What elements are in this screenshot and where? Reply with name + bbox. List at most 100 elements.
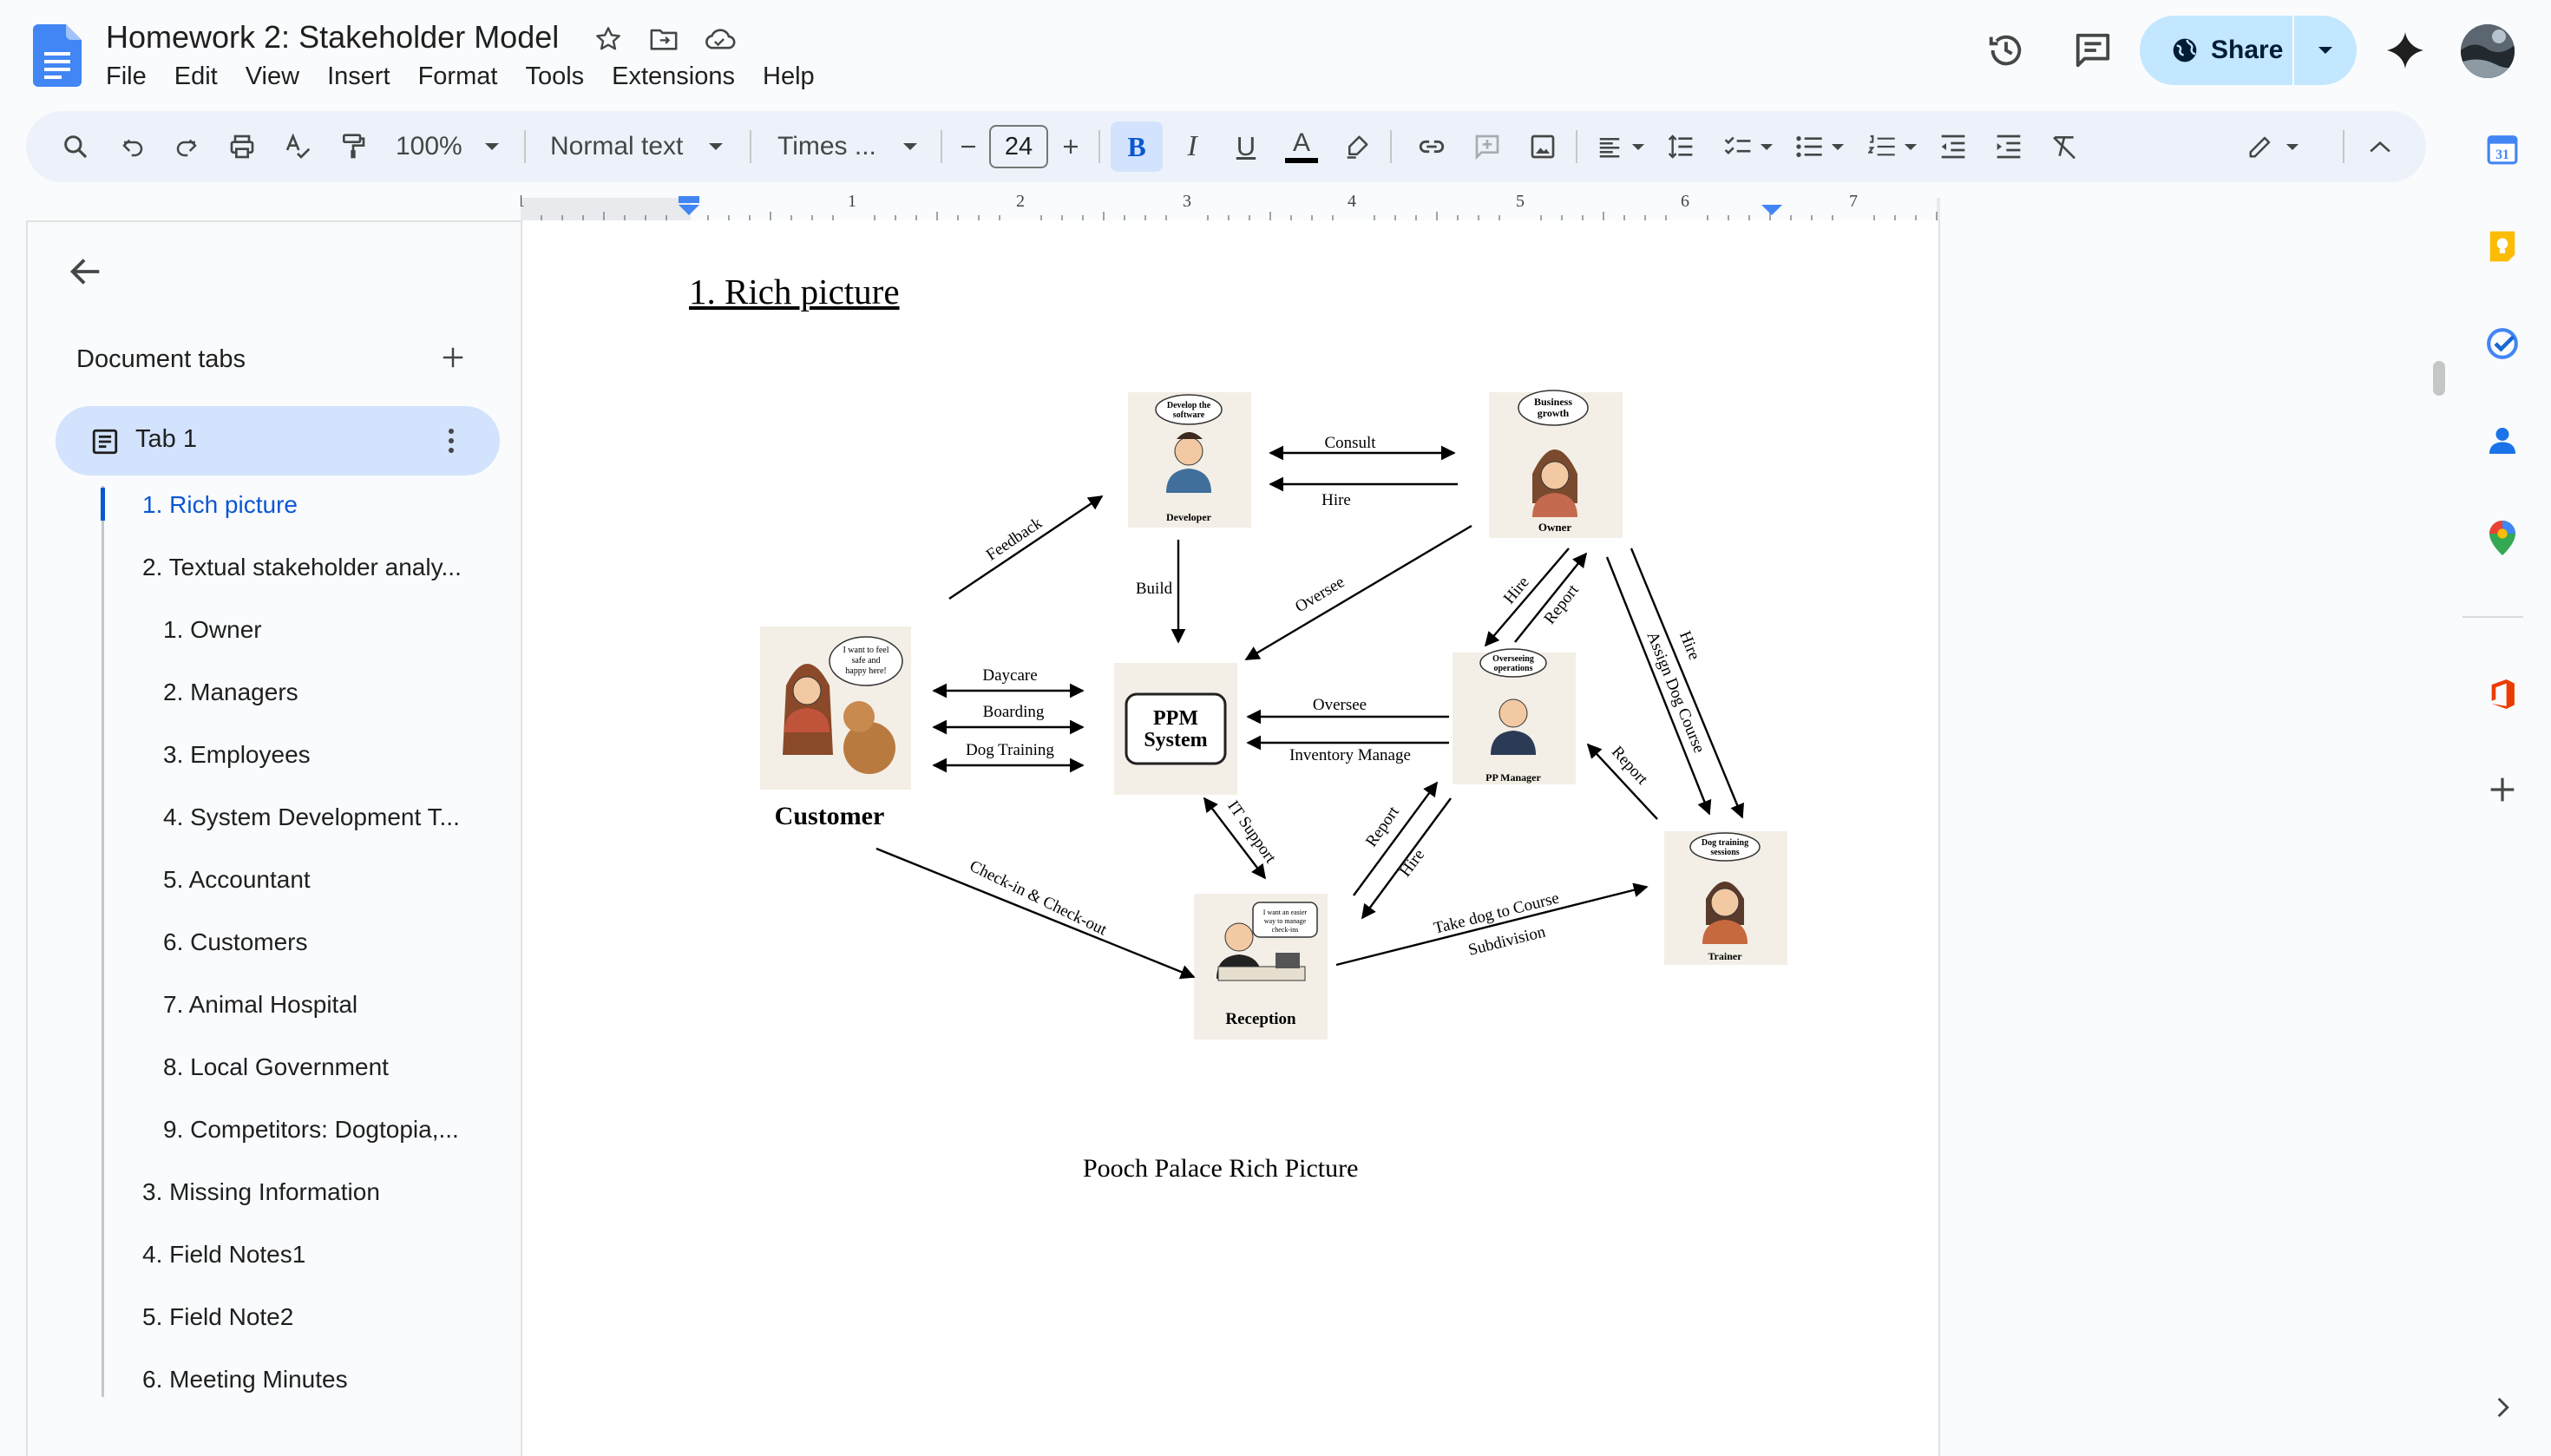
menu-bar: File Edit View Insert Format Tools Exten… [106,62,843,91]
maps-pin-icon[interactable] [2483,519,2521,557]
ruler-label: 6 [1681,192,1689,211]
numbered-list-icon[interactable] [1860,111,1904,182]
outline-item[interactable]: 9. Competitors: Dogtopia,... [163,1116,459,1144]
font-size-input[interactable]: 24 [989,125,1048,168]
right-indent-marker[interactable] [1761,205,1782,215]
horizontal-ruler[interactable]: 1 1 2 3 4 5 6 7 [516,189,1940,220]
menu-view[interactable]: View [246,62,299,91]
hide-menus-chevron-icon[interactable] [2358,111,2402,182]
bold-button[interactable]: B [1111,121,1163,172]
bulleted-list-icon[interactable] [1787,111,1831,182]
redo-icon[interactable] [165,111,208,182]
spellcheck-icon[interactable] [276,111,319,182]
outline-item[interactable]: 5. Field Note2 [142,1303,293,1331]
outline-item[interactable]: 7. Animal Hospital [163,991,357,1019]
insert-image-icon[interactable] [1518,111,1567,182]
first-line-indent-marker[interactable] [679,196,699,203]
menu-tools[interactable]: Tools [525,62,584,91]
search-menus-icon[interactable] [54,111,97,182]
undo-icon[interactable] [111,111,154,182]
outline-item[interactable]: 1. Owner [163,616,262,644]
insert-link-icon[interactable] [1407,111,1456,182]
menu-extensions[interactable]: Extensions [612,62,735,91]
move-folder-icon[interactable] [647,23,680,56]
vertical-scrollbar-thumb[interactable] [2433,361,2445,396]
paint-format-icon[interactable] [331,111,375,182]
outline-item[interactable]: 6. Meeting Minutes [142,1366,348,1394]
increase-font-size-icon[interactable] [1053,111,1088,182]
print-icon[interactable] [220,111,264,182]
editing-mode-pencil-icon[interactable] [2239,111,2282,182]
section-heading[interactable]: 1. Rich picture [689,271,900,312]
office-addon-icon[interactable] [2483,675,2521,713]
figure-caption[interactable]: Pooch Palace Rich Picture [1083,1154,1358,1184]
font-select[interactable]: Times ... [777,111,899,182]
align-left-icon[interactable] [1588,111,1631,182]
keep-notes-icon[interactable] [2483,227,2521,266]
menu-edit[interactable]: Edit [174,62,218,91]
outline-item[interactable]: 4. Field Notes1 [142,1241,305,1269]
zoom-select[interactable]: 100% [396,111,482,182]
paragraph-style-select[interactable]: Normal text [550,111,706,182]
italic-button[interactable]: I [1168,111,1216,182]
trainer-node: Dog training sessions Trainer [1664,831,1787,965]
menu-file[interactable]: File [106,62,147,91]
contacts-icon[interactable] [2483,422,2521,460]
outline-item[interactable]: 2. Managers [163,679,298,706]
outline-item[interactable]: 6. Customers [163,928,308,956]
customer-label: Customer [775,802,885,830]
style-caret-icon[interactable] [703,111,729,182]
cloud-saved-icon[interactable] [703,23,736,56]
zoom-caret-icon[interactable] [479,111,505,182]
checklist-caret-icon[interactable] [1756,111,1777,182]
version-history-icon[interactable] [1982,26,2030,75]
manager-bubble-line: Overseeing [1492,654,1534,664]
back-arrow-icon[interactable] [66,252,106,292]
add-comment-icon[interactable] [1463,111,1512,182]
expand-side-panel-chevron-icon[interactable] [2483,1388,2521,1426]
share-button[interactable]: Share [2140,16,2294,85]
rich-picture-diagram[interactable]: Develop the software Developer Business … [746,382,1805,1050]
comments-icon[interactable] [2069,26,2117,75]
align-caret-icon[interactable] [1628,111,1649,182]
globe-icon [2173,38,2197,62]
outline-item[interactable]: 3. Missing Information [142,1178,380,1206]
account-avatar[interactable] [2461,24,2515,78]
add-tab-plus-icon[interactable] [436,340,470,375]
outline-item[interactable]: 5. Accountant [163,866,311,894]
menu-help[interactable]: Help [763,62,815,91]
menu-insert[interactable]: Insert [327,62,390,91]
tab-more-options-icon[interactable] [441,422,462,460]
edge-feedback [948,495,1104,600]
text-color-button[interactable]: A [1277,111,1326,182]
bullet-caret-icon[interactable] [1827,111,1848,182]
share-dropdown-button[interactable] [2294,45,2357,56]
checklist-icon[interactable] [1716,111,1760,182]
menu-format[interactable]: Format [418,62,498,91]
increase-indent-icon[interactable] [1987,111,2030,182]
calendar-icon[interactable]: 31 [2483,130,2521,168]
line-spacing-icon[interactable] [1659,111,1702,182]
underline-button[interactable]: U [1222,111,1270,182]
docs-logo-icon[interactable] [33,24,82,89]
star-icon[interactable] [592,23,625,56]
highlight-pen-icon[interactable] [1333,111,1381,182]
outline-item[interactable]: 4. System Development T... [163,803,460,831]
font-caret-icon[interactable] [897,111,923,182]
editing-mode-caret-icon[interactable] [2282,111,2303,182]
tab-1[interactable] [56,406,500,475]
text-color-glyph: A [1292,128,1310,157]
decrease-font-size-icon[interactable] [951,111,986,182]
outline-item[interactable]: 8. Local Government [163,1053,389,1081]
outline-item[interactable]: 2. Textual stakeholder analy... [142,554,462,581]
clear-formatting-icon[interactable] [2043,111,2086,182]
document-tab-icon [90,427,120,456]
numbered-caret-icon[interactable] [1900,111,1921,182]
outline-item[interactable]: 1. Rich picture [142,491,298,519]
tasks-icon[interactable] [2483,325,2521,363]
decrease-indent-icon[interactable] [1931,111,1975,182]
document-title[interactable]: Homework 2: Stakeholder Model [106,19,559,56]
outline-item[interactable]: 3. Employees [163,741,311,769]
gemini-sparkle-icon[interactable] [2381,26,2430,75]
get-addons-plus-icon[interactable] [2483,771,2521,809]
